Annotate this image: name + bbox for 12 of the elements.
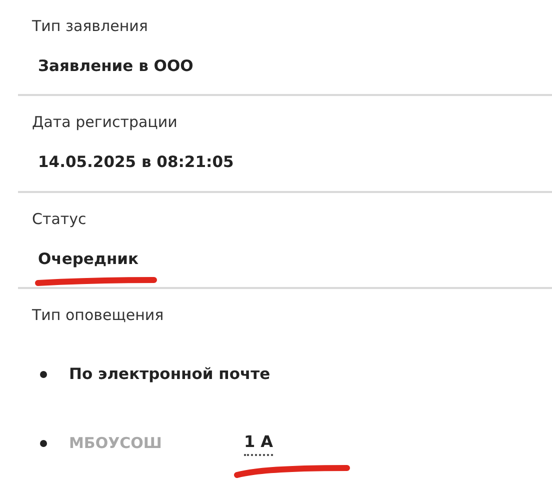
field-value: 14.05.2025 в 08:21:05 bbox=[38, 152, 234, 174]
field-value: Очередник bbox=[38, 248, 139, 270]
field-label: Дата регистрации bbox=[32, 112, 178, 134]
class-name: 1 А bbox=[244, 430, 274, 456]
field-label: Тип оповещения bbox=[32, 304, 164, 326]
bullet-icon bbox=[40, 370, 47, 378]
field-label: Статус bbox=[32, 208, 86, 230]
list-item: По электронной почте bbox=[69, 364, 270, 385]
bullet-icon bbox=[40, 440, 47, 446]
field-value: Заявление в ООО bbox=[38, 56, 194, 77]
blurred-text: МБОУСОШ bbox=[69, 432, 162, 454]
field-label: Тип заявления bbox=[32, 16, 148, 37]
